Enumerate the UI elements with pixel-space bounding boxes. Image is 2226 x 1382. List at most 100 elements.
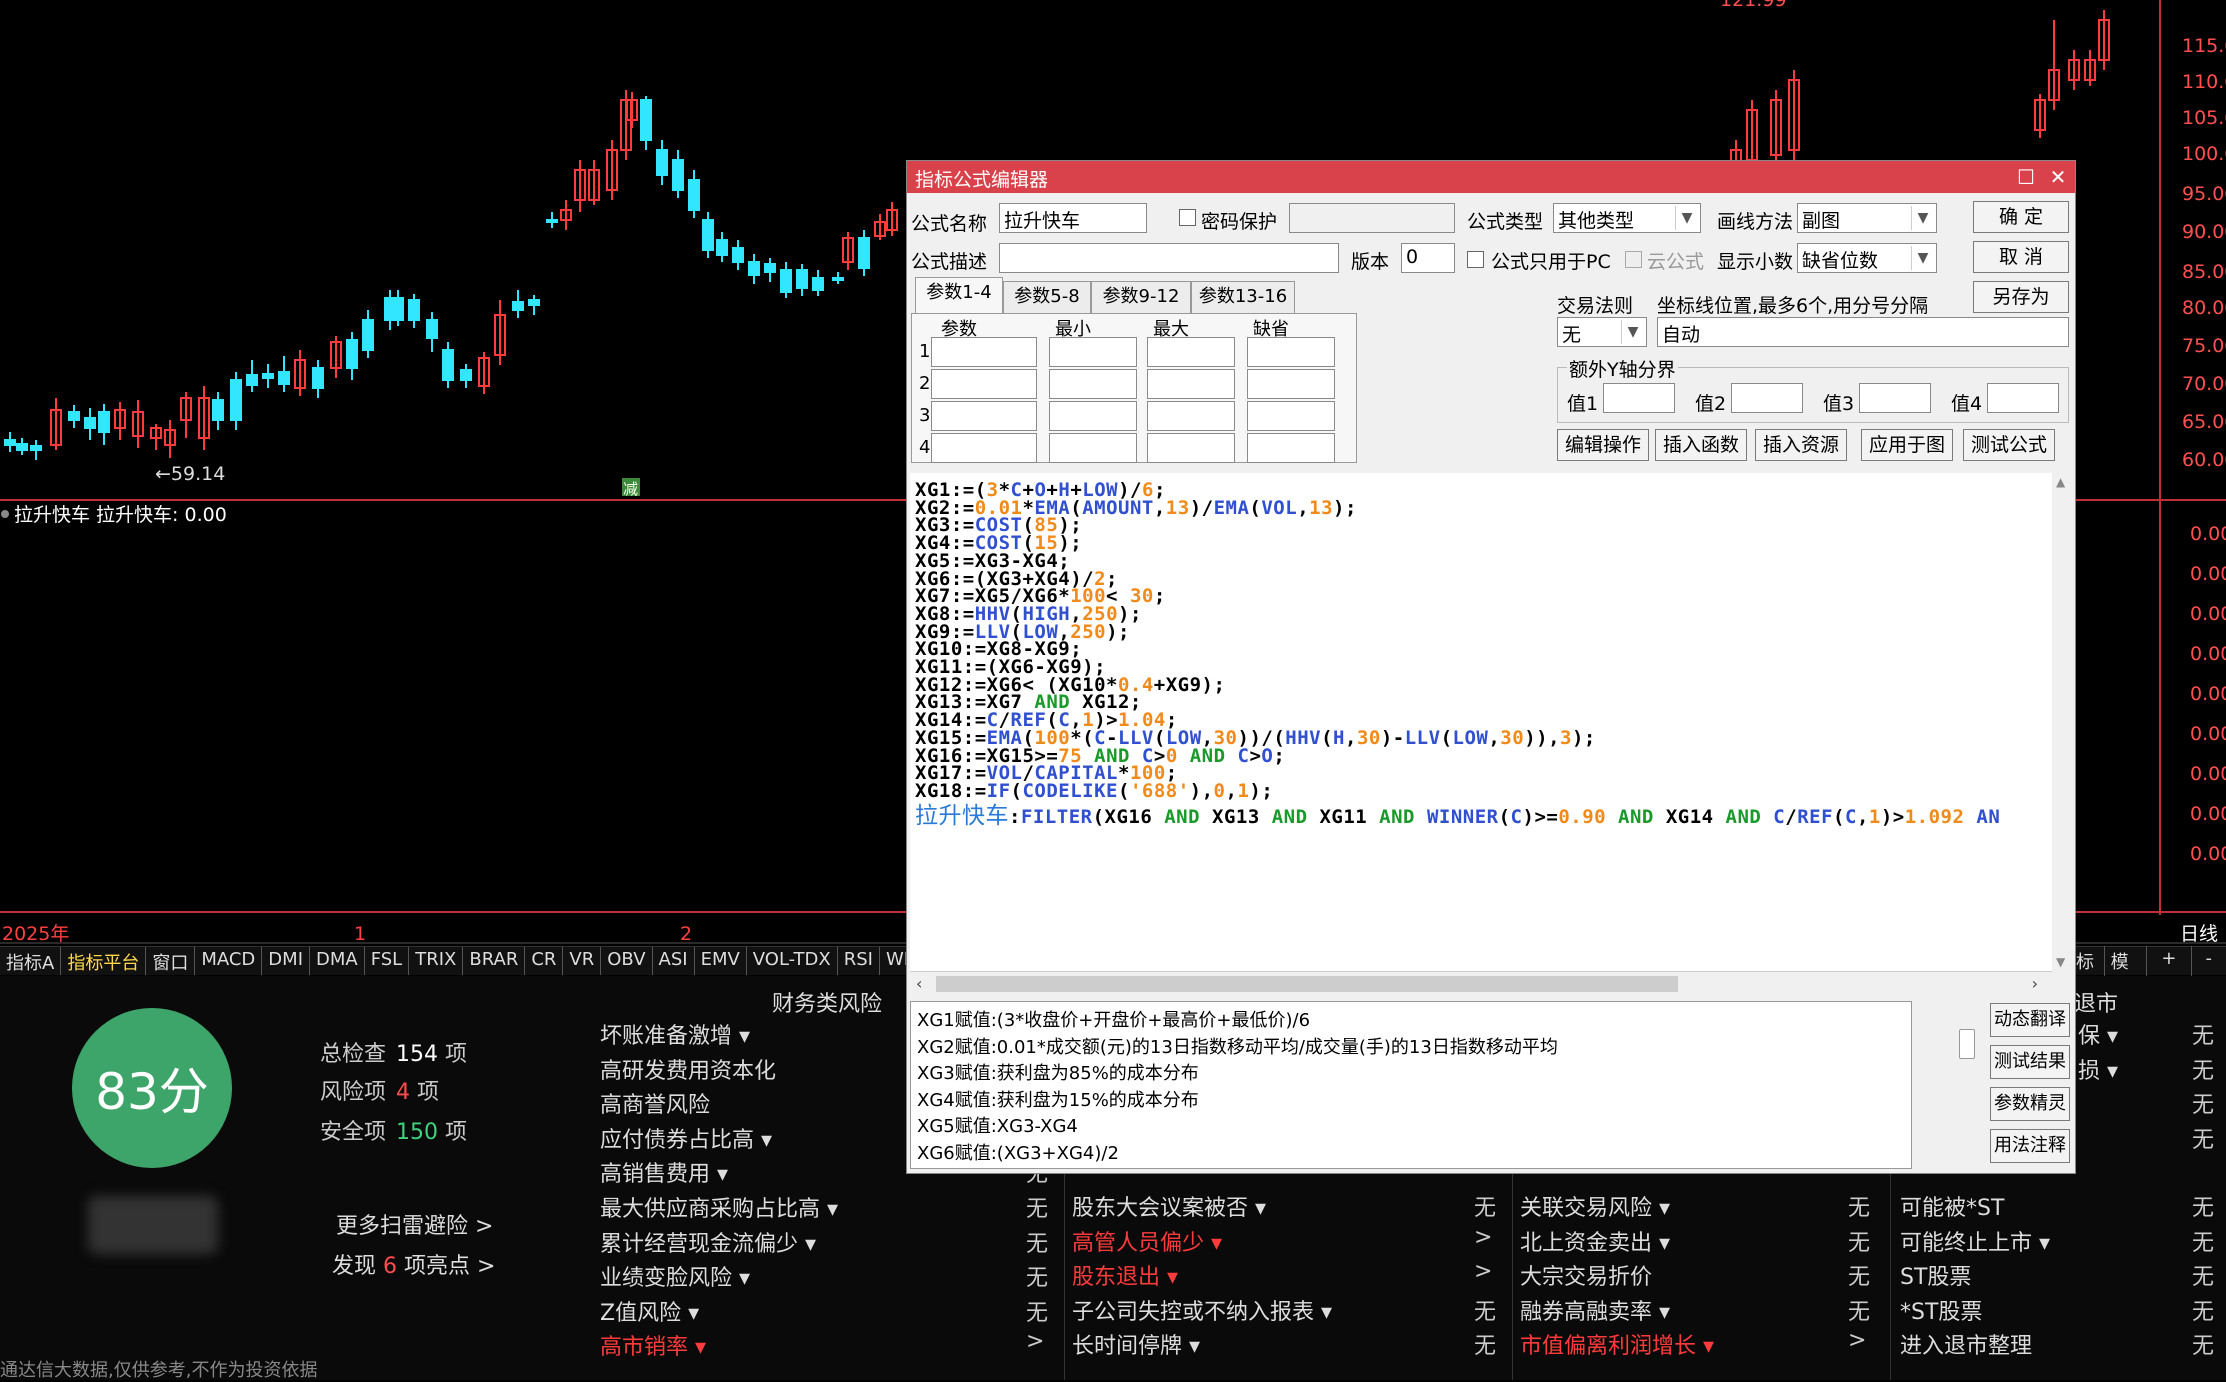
side-button[interactable]: 参数精灵 — [1990, 1087, 2070, 1121]
type-select[interactable]: 其他类型▼ — [1553, 203, 1701, 233]
y-boundary-input[interactable] — [1603, 383, 1675, 413]
risk-item[interactable]: 关联交易风险 ▾ — [1520, 1190, 1670, 1222]
param-input[interactable] — [931, 401, 1037, 431]
param-input[interactable] — [1247, 337, 1335, 367]
indicator-tab[interactable]: RSI — [838, 947, 880, 975]
indicator-tab[interactable]: 窗口 — [146, 947, 195, 975]
risk-item[interactable]: 可能被*ST — [1900, 1190, 2004, 1222]
save-as-button[interactable]: 另存为 — [1973, 281, 2069, 313]
code-horizontal-scrollbar[interactable]: ‹ › — [910, 971, 2052, 996]
param-input[interactable] — [1049, 401, 1137, 431]
indicator-tab[interactable]: 指标A — [0, 947, 61, 975]
indicator-tab[interactable]: TRIX — [409, 947, 463, 975]
risk-item[interactable]: 北上资金卖出 ▾ — [1520, 1225, 1670, 1257]
trade-rule-select[interactable]: 无▼ — [1557, 317, 1647, 347]
ok-button[interactable]: 确 定 — [1973, 201, 2069, 233]
indicator-tab[interactable]: VOL-TDX — [747, 947, 838, 975]
risk-item[interactable]: Z值风险 ▾ — [600, 1295, 699, 1327]
param-input[interactable] — [1049, 369, 1137, 399]
action-button[interactable]: 编辑操作 — [1557, 429, 1649, 461]
cancel-button[interactable]: 取 消 — [1973, 241, 2069, 273]
y-boundary-input[interactable] — [1859, 383, 1931, 413]
param-input[interactable] — [1247, 433, 1335, 463]
y-boundary-input[interactable] — [1987, 383, 2059, 413]
highlights-link[interactable]: 发现 6 项亮点 > — [332, 1248, 495, 1280]
cloud-checkbox[interactable] — [1625, 251, 1642, 268]
param-input[interactable] — [1247, 401, 1335, 431]
risk-item[interactable]: 市值偏离利润增长 ▾ — [1520, 1328, 1714, 1360]
y-boundary-input[interactable] — [1731, 383, 1803, 413]
param-input[interactable] — [1147, 433, 1235, 463]
risk-item[interactable]: 应付债券占比高 ▾ — [600, 1122, 772, 1154]
risk-item[interactable]: 高市销率 ▾ — [600, 1329, 706, 1361]
side-button[interactable]: 用法注释 — [1990, 1129, 2070, 1163]
decimal-select[interactable]: 缺省位数▼ — [1797, 243, 1937, 273]
side-button[interactable]: 测试结果 — [1990, 1045, 2070, 1079]
tab-params-13-16[interactable]: 参数13-16 — [1191, 281, 1295, 314]
param-input[interactable] — [931, 369, 1037, 399]
indicator-tab[interactable]: ASI — [653, 947, 695, 975]
explain-scrollbar[interactable] — [1959, 1029, 1975, 1059]
risk-item[interactable]: 进入退市整理 — [1900, 1328, 2032, 1360]
indicator-tab[interactable]: DMA — [310, 947, 365, 975]
side-button[interactable]: 动态翻译 — [1990, 1003, 2070, 1037]
desc-input[interactable] — [999, 243, 1339, 273]
param-input[interactable] — [1247, 369, 1335, 399]
indicator-tab[interactable]: 指标平台 — [61, 947, 146, 975]
param-input[interactable] — [1049, 337, 1137, 367]
tab-params-1-4[interactable]: 参数1-4 — [915, 277, 1003, 314]
param-input[interactable] — [1147, 369, 1235, 399]
risk-item[interactable]: 子公司失控或不纳入报表 ▾ — [1072, 1294, 1332, 1326]
risk-item[interactable]: 累计经营现金流偏少 ▾ — [600, 1226, 816, 1258]
risk-item[interactable]: *ST股票 — [1900, 1294, 1982, 1326]
version-input[interactable]: 0 — [1401, 243, 1455, 273]
risk-item[interactable]: 高研发费用资本化 — [600, 1053, 776, 1085]
action-button[interactable]: 插入函数 — [1655, 429, 1747, 461]
risk-item[interactable]: 融券高融卖率 ▾ — [1520, 1294, 1670, 1326]
risk-item[interactable]: 可能终止上市 ▾ — [1900, 1225, 2050, 1257]
risk-item[interactable]: 股东退出 ▾ — [1072, 1259, 1178, 1291]
more-scan-link[interactable]: 更多扫雷避险 > — [336, 1208, 493, 1240]
risk-item[interactable]: 大宗交易折价 — [1520, 1259, 1652, 1291]
risk-item[interactable]: 保 ▾ — [2078, 1018, 2118, 1050]
draw-method-select[interactable]: 副图▼ — [1797, 203, 1937, 233]
risk-item[interactable]: 业绩变脸风险 ▾ — [600, 1260, 750, 1292]
risk-item[interactable]: 最大供应商采购占比高 ▾ — [600, 1191, 838, 1223]
risk-item[interactable]: 长时间停牌 ▾ — [1072, 1328, 1200, 1360]
code-vertical-scrollbar[interactable]: ▲ ▼ — [2052, 473, 2072, 971]
indicator-tab[interactable]: MACD — [195, 947, 262, 975]
formula-code-editor[interactable]: XG1:=(3*C+O+H+LOW)/6;XG2:=0.01*EMA(AMOUN… — [910, 473, 2052, 973]
risk-item[interactable]: 股东大会议案被否 ▾ — [1072, 1190, 1266, 1222]
indicator-tab[interactable]: FSL — [365, 947, 410, 975]
maximize-icon[interactable]: ☐ — [2011, 163, 2041, 191]
indicator-tab[interactable]: OBV — [601, 947, 652, 975]
risk-item[interactable]: 高销售费用 ▾ — [600, 1156, 728, 1188]
risk-item[interactable]: ST股票 — [1900, 1259, 1971, 1291]
code-line-output[interactable]: 拉升快车:FILTER(XG16 AND XG13 AND XG11 AND W… — [915, 796, 2000, 830]
risk-item[interactable]: 高商誉风险 — [600, 1087, 710, 1119]
tab-params-9-12[interactable]: 参数9-12 — [1091, 281, 1191, 314]
name-input[interactable]: 拉升快车 — [999, 203, 1147, 233]
indicator-tab[interactable]: VR — [563, 947, 601, 975]
close-icon[interactable]: ✕ — [2043, 163, 2073, 191]
param-input[interactable] — [1147, 401, 1235, 431]
risk-item[interactable]: 高管人员偏少 ▾ — [1072, 1225, 1222, 1257]
param-input[interactable] — [931, 433, 1037, 463]
indicator-tab[interactable]: CR — [525, 947, 563, 975]
dialog-titlebar[interactable]: 指标公式编辑器 ☐ ✕ — [907, 161, 2075, 193]
password-checkbox[interactable] — [1179, 209, 1196, 226]
indicator-tab[interactable]: DMI — [262, 947, 310, 975]
param-input[interactable] — [1147, 337, 1235, 367]
risk-item[interactable]: 损 ▾ — [2078, 1053, 2118, 1085]
action-button[interactable]: 测试公式 — [1963, 429, 2055, 461]
indicator-tab[interactable]: BRAR — [463, 947, 525, 975]
indicator-tab[interactable]: EMV — [695, 947, 747, 975]
password-input[interactable] — [1289, 203, 1455, 233]
tab-params-5-8[interactable]: 参数5-8 — [1003, 281, 1091, 314]
param-input[interactable] — [931, 337, 1037, 367]
coord-input[interactable]: 自动 — [1657, 317, 2069, 347]
action-button[interactable]: 插入资源 — [1755, 429, 1847, 461]
param-input[interactable] — [1049, 433, 1137, 463]
action-button[interactable]: 应用于图 — [1861, 429, 1953, 461]
risk-item[interactable]: 坏账准备激增 ▾ — [600, 1018, 750, 1050]
